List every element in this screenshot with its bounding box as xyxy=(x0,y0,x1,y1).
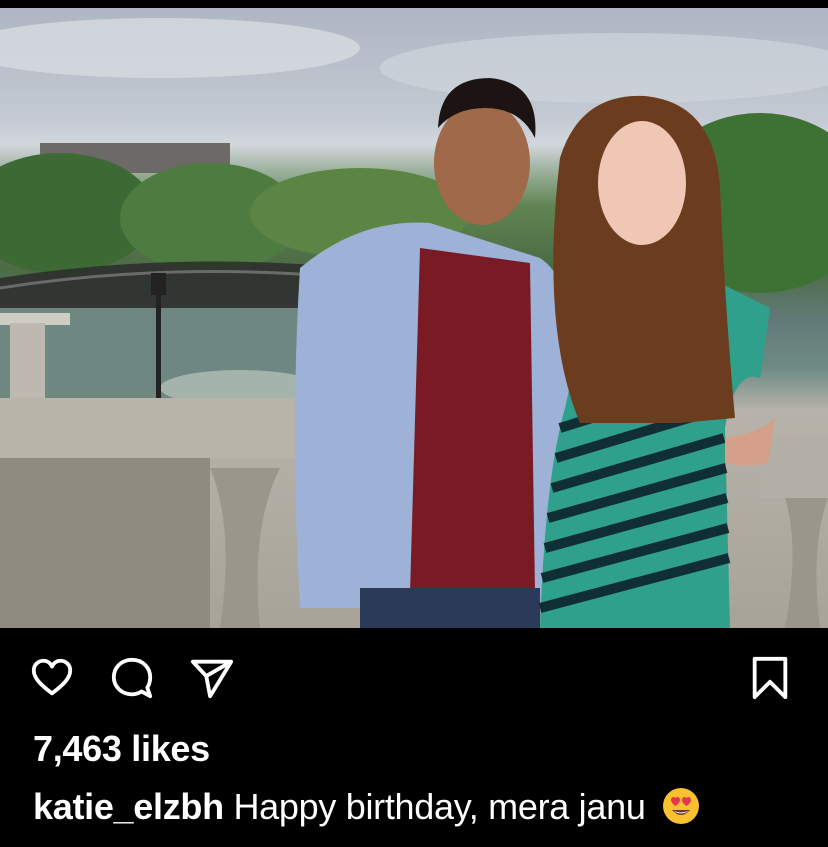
comment-icon[interactable] xyxy=(108,654,156,702)
caption-text: Happy birthday, mera janu xyxy=(233,786,646,827)
send-icon[interactable] xyxy=(188,654,236,702)
post-photo-illustration xyxy=(0,18,828,628)
bookmark-icon[interactable] xyxy=(746,654,794,702)
post-actions-bar xyxy=(0,640,828,712)
post-photo[interactable] xyxy=(0,8,828,628)
heart-icon[interactable] xyxy=(28,654,76,702)
likes-count[interactable]: 7,463 likes xyxy=(33,728,210,770)
caption-username[interactable]: katie_elzbh xyxy=(33,786,224,827)
top-strip xyxy=(0,0,828,8)
heart-eyes-emoji-icon xyxy=(661,786,701,826)
post-caption: katie_elzbh Happy birthday, mera janu xyxy=(33,786,701,828)
